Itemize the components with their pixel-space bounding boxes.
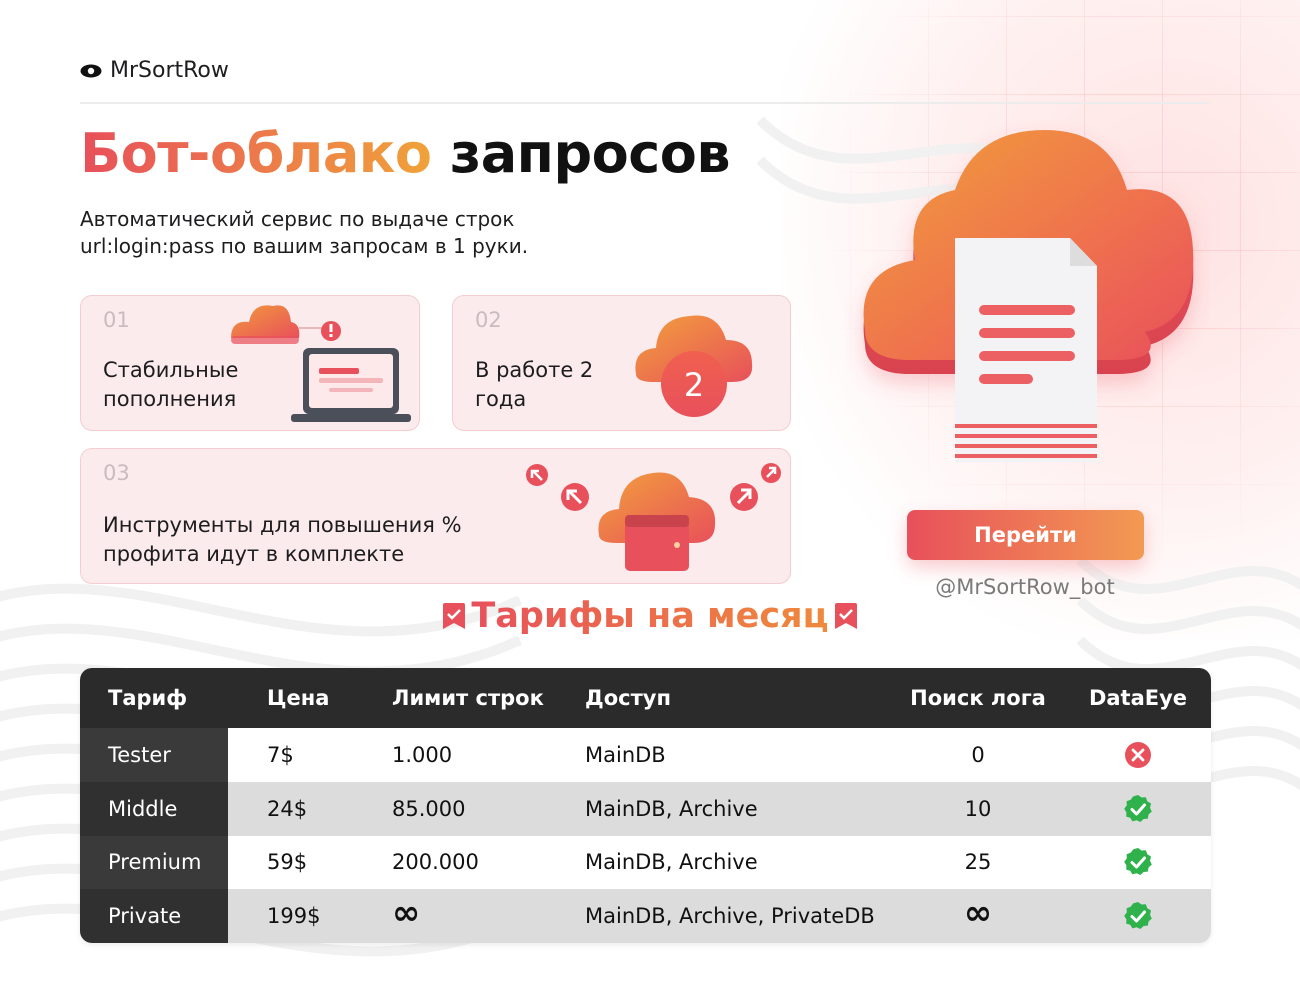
table-row: Premium 59$ 200.000 MainDB, Archive 25 xyxy=(80,835,1211,890)
tariff-log-search: 10 xyxy=(964,796,992,821)
column-header-limit: Лимит строк xyxy=(392,686,544,710)
tariff-limit: 200.000 xyxy=(392,850,479,875)
feature-card-stable: 01 Стабильные пополнения xyxy=(80,295,420,431)
tariff-price: 199$ xyxy=(267,904,321,929)
infinity-symbol: ∞ xyxy=(963,893,993,934)
tariff-access: MainDB xyxy=(585,742,666,767)
tariffs-table: Тариф Цена Лимит строк Доступ Поиск лога… xyxy=(80,668,1211,943)
tariff-dataeye xyxy=(1065,782,1211,836)
go-button[interactable]: Перейти xyxy=(907,510,1144,560)
feature-card-tools: 03 Инструменты для повышения % профита и… xyxy=(80,448,791,584)
tariff-access: MainDB, Archive, PrivateDB xyxy=(585,904,875,929)
arrow-up-icon xyxy=(561,483,589,511)
column-header-access: Доступ xyxy=(585,686,671,710)
feature-number: 01 xyxy=(103,308,130,332)
title-rest: запросов xyxy=(449,122,731,185)
cloud-wallet-icon xyxy=(526,463,781,571)
tariff-price: 24$ xyxy=(267,796,308,821)
tariff-access: MainDB, Archive xyxy=(585,796,758,821)
feature-card-years: 02 В работе 2 года 2 xyxy=(452,295,791,431)
tariff-log-search: 25 xyxy=(964,850,992,875)
tariffs-title-text: Тарифы на месяц xyxy=(471,596,829,636)
tariff-access: MainDB, Archive xyxy=(585,850,758,875)
column-header-price: Цена xyxy=(267,686,330,710)
tariffs-title: Тарифы на месяц xyxy=(440,596,860,636)
tariff-log-search: ∞ xyxy=(891,889,1065,943)
red-cross-icon xyxy=(1125,741,1151,768)
green-check-icon xyxy=(1124,848,1152,876)
green-check-icon xyxy=(1124,794,1152,822)
arrow-up-icon xyxy=(526,464,548,486)
brand-name: MrSortRow xyxy=(110,58,229,83)
table-row: Private 199$ ∞ MainDB, Archive, PrivateD… xyxy=(80,889,1211,943)
feature-text: Инструменты для повышения % профита идут… xyxy=(103,513,462,566)
arrow-up-icon xyxy=(730,483,758,511)
arrow-up-icon xyxy=(761,463,781,483)
bookmark-check-icon xyxy=(834,603,857,629)
tariff-name: Premium xyxy=(80,835,228,890)
column-header-dataeye: DataEye xyxy=(1088,686,1188,710)
tariff-limit: 85.000 xyxy=(392,796,466,821)
table-row: Tester 7$ 1.000 MainDB 0 xyxy=(80,728,1211,782)
tariff-price: 7$ xyxy=(267,742,294,767)
infinity-symbol: ∞ xyxy=(392,893,421,934)
bookmark-check-icon xyxy=(443,603,466,629)
feature-number: 02 xyxy=(475,308,502,332)
tariff-price: 59$ xyxy=(267,850,308,875)
tariff-name: Private xyxy=(80,889,228,943)
table-row: Middle 24$ 85.000 MainDB, Archive 10 xyxy=(80,781,1211,836)
tariff-name: Tester xyxy=(80,728,228,782)
badge-number: 2 xyxy=(684,366,704,404)
tariff-dataeye xyxy=(1065,728,1211,782)
cloud-laptop-icon xyxy=(231,305,411,422)
feature-text: В работе 2 года xyxy=(475,358,594,411)
tariff-limit: 1.000 xyxy=(392,742,453,767)
bot-handle-link[interactable]: @MrSortRow_bot xyxy=(880,575,1170,599)
green-check-icon xyxy=(1124,902,1152,930)
tariff-limit: ∞ xyxy=(392,889,585,943)
feature-number: 03 xyxy=(103,461,130,485)
page-subtitle: Автоматический сервис по выдаче строк ur… xyxy=(80,207,529,258)
tariff-dataeye xyxy=(1065,836,1211,890)
column-header-tariff: Тариф xyxy=(108,686,188,710)
cloud-badge-icon: 2 xyxy=(635,315,753,417)
tariff-name: Middle xyxy=(80,781,228,836)
cloud-document-icon xyxy=(863,130,1194,462)
tariff-dataeye xyxy=(1065,889,1211,943)
eye-icon xyxy=(80,64,102,77)
tariff-log-search: 0 xyxy=(971,742,985,767)
brand: MrSortRow xyxy=(80,58,229,83)
column-header-log-search: Поиск лога xyxy=(910,686,1046,710)
page-title: Бот-облако запросов xyxy=(80,122,731,185)
title-highlight: Бот-облако xyxy=(80,122,432,185)
header-divider xyxy=(80,102,1210,104)
table-header-row: Тариф Цена Лимит строк Доступ Поиск лога… xyxy=(80,668,1211,728)
